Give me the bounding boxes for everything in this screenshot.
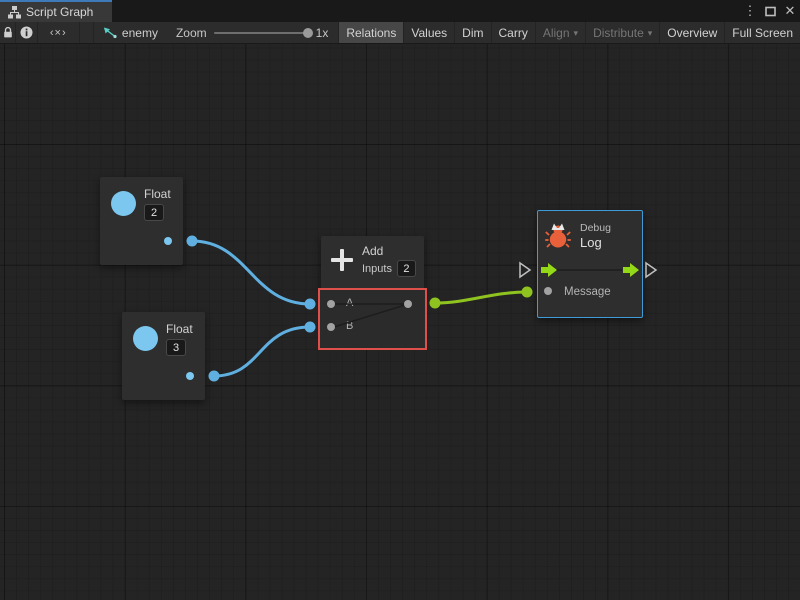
- close-icon[interactable]: ✕: [782, 2, 798, 20]
- info-icon: [20, 26, 33, 39]
- port-message-label: Message: [564, 286, 611, 298]
- code-icon: ‹×›: [50, 27, 67, 39]
- node-add[interactable]: Add Inputs 2 A B: [321, 236, 424, 288]
- lock-icon: [2, 26, 14, 39]
- add-node-header[interactable]: Add Inputs 2: [321, 236, 424, 288]
- carry-toggle-button[interactable]: Carry: [491, 22, 535, 43]
- distribute-dropdown-button[interactable]: Distribute ▾: [585, 22, 659, 43]
- add-node-body-selected[interactable]: A B: [318, 288, 427, 350]
- inputs-label: Inputs: [362, 263, 392, 275]
- graph-toolbar: ‹×› enemy Zoom 1x Relations Values Dim C…: [0, 22, 800, 44]
- zoom-slider[interactable]: [214, 32, 309, 34]
- port-a-label: A: [346, 297, 353, 309]
- node-title: Float: [144, 187, 171, 201]
- port-b-label: B: [346, 320, 353, 332]
- graph-pointer-icon: [102, 26, 117, 39]
- zoom-slider-handle[interactable]: [303, 28, 313, 38]
- kebab-menu-icon[interactable]: ⋮: [742, 2, 758, 20]
- float-literal-icon: [111, 191, 136, 216]
- inspector-toggle-button[interactable]: [16, 22, 38, 43]
- maximize-icon[interactable]: [762, 2, 778, 20]
- tab-script-graph[interactable]: Script Graph: [0, 0, 112, 22]
- align-dropdown-button[interactable]: Align ▾: [535, 22, 585, 43]
- float-value-input[interactable]: 3: [166, 339, 186, 356]
- script-graph-icon: [8, 6, 21, 19]
- relations-toggle-button[interactable]: Relations: [338, 22, 403, 43]
- lock-toggle-button[interactable]: [0, 22, 16, 43]
- title-bar: Script Graph ⋮ ✕: [0, 0, 800, 22]
- node-title: Add: [362, 244, 416, 258]
- tab-label: Script Graph: [26, 5, 93, 19]
- full-screen-button[interactable]: Full Screen: [724, 22, 800, 43]
- values-toggle-button[interactable]: Values: [403, 22, 454, 43]
- node-float-2[interactable]: Float 3: [122, 312, 205, 400]
- toolbar-spacer: [80, 22, 94, 43]
- node-category: Debug: [580, 222, 611, 234]
- node-title: Log: [580, 235, 611, 250]
- node-title: Float: [166, 322, 193, 336]
- inputs-count-input[interactable]: 2: [397, 260, 416, 277]
- float-value-input[interactable]: 2: [144, 204, 164, 221]
- graph-breadcrumb[interactable]: enemy: [94, 22, 166, 43]
- float-literal-icon: [133, 326, 158, 351]
- chevron-down-icon: ▾: [648, 28, 653, 39]
- zoom-label: Zoom: [176, 26, 207, 40]
- zoom-value: 1x: [316, 26, 329, 40]
- chevron-down-icon: ▾: [574, 28, 579, 39]
- overview-button[interactable]: Overview: [659, 22, 724, 43]
- node-debug-log[interactable]: Debug Log Message: [537, 210, 643, 318]
- bug-icon: [545, 222, 571, 249]
- plus-icon: [330, 248, 354, 272]
- graph-name: enemy: [122, 26, 158, 40]
- node-float-1[interactable]: Float 2: [100, 177, 183, 265]
- dim-toggle-button[interactable]: Dim: [454, 22, 490, 43]
- code-view-button[interactable]: ‹×›: [38, 22, 80, 43]
